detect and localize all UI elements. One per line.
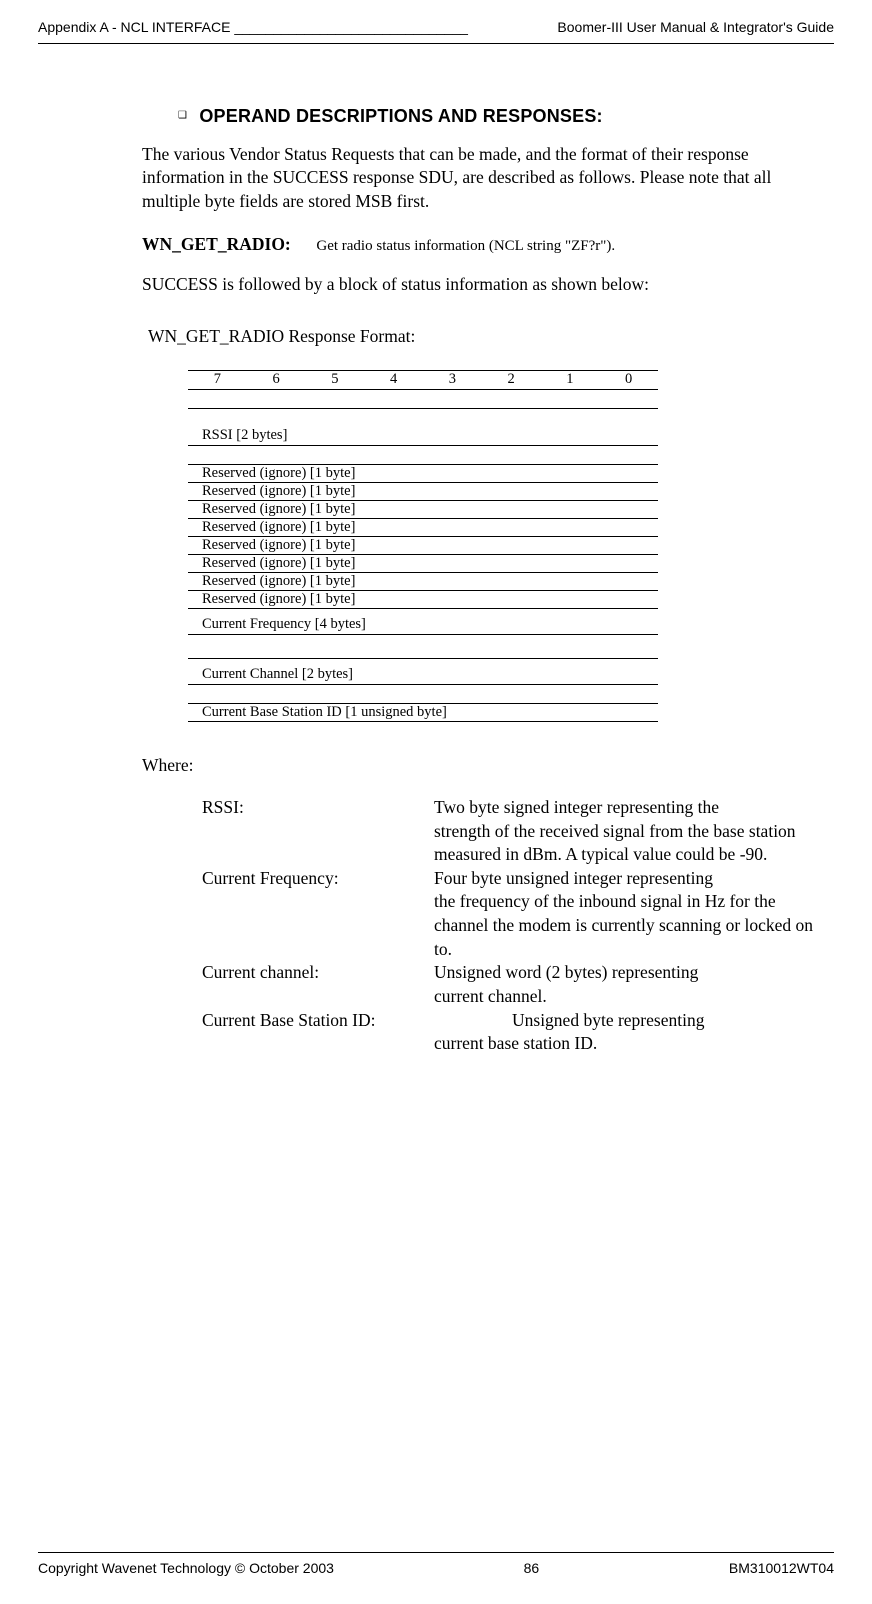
footer-page-number: 86 bbox=[524, 1559, 540, 1578]
page: Appendix A - NCL INTERFACE _____________… bbox=[0, 0, 872, 1604]
square-bullet-icon: ❑ bbox=[178, 109, 187, 123]
header-right: Boomer-III User Manual & Integrator's Gu… bbox=[557, 18, 834, 37]
table-blank bbox=[188, 635, 658, 659]
footer-left: Copyright Wavenet Technology © October 2… bbox=[38, 1559, 334, 1578]
def-term: Current Frequency: bbox=[202, 867, 434, 891]
bit-col: 4 bbox=[364, 370, 423, 390]
bit-col: 1 bbox=[541, 370, 600, 390]
header-left: Appendix A - NCL INTERFACE _____________… bbox=[38, 18, 468, 37]
def-current-channel: Current channel: Unsigned word (2 bytes)… bbox=[202, 961, 834, 985]
response-format-table: 7 6 5 4 3 2 1 0 RSSI [2 bytes] Reserved … bbox=[188, 370, 658, 722]
bit-col: 0 bbox=[599, 370, 658, 390]
table-gap bbox=[188, 390, 658, 409]
def-desc-cont: the frequency of the inbound signal in H… bbox=[434, 890, 834, 961]
def-desc: Four byte unsigned integer representing bbox=[434, 867, 834, 891]
def-term: Current channel: bbox=[202, 961, 434, 985]
reserved-row: Reserved (ignore) [1 byte] bbox=[188, 573, 658, 591]
section-heading-row: ❑ OPERAND DESCRIPTIONS AND RESPONSES: bbox=[142, 104, 834, 129]
footer-right: BM310012WT04 bbox=[729, 1559, 834, 1578]
wn-get-radio-label: WN_GET_RADIO: bbox=[142, 233, 312, 257]
reserved-row: Reserved (ignore) [1 byte] bbox=[188, 483, 658, 501]
reserved-row: Reserved (ignore) [1 byte] bbox=[188, 591, 658, 609]
where-label: Where: bbox=[142, 754, 834, 778]
def-desc: Two byte signed integer representing the bbox=[434, 796, 834, 820]
reserved-row: Reserved (ignore) [1 byte] bbox=[188, 519, 658, 537]
header-rule bbox=[38, 43, 834, 44]
rssi-row: RSSI [2 bytes] bbox=[188, 409, 658, 446]
def-rssi: RSSI: Two byte signed integer representi… bbox=[202, 796, 834, 820]
wn-get-radio-row: WN_GET_RADIO: Get radio status informati… bbox=[142, 233, 834, 257]
bit-col: 3 bbox=[423, 370, 482, 390]
current-base-station-row: Current Base Station ID [1 unsigned byte… bbox=[188, 704, 658, 722]
section-title: OPERAND DESCRIPTIONS AND RESPONSES: bbox=[199, 106, 602, 126]
def-desc: Unsigned byte representing bbox=[512, 1009, 834, 1033]
wn-get-radio-desc: Get radio status information (NCL string… bbox=[316, 238, 615, 254]
def-desc-cont: current base station ID. bbox=[434, 1032, 834, 1056]
def-desc: Unsigned word (2 bytes) representing bbox=[434, 961, 834, 985]
def-current-frequency: Current Frequency: Four byte unsigned in… bbox=[202, 867, 834, 891]
def-current-base-station: Current Base Station ID: Unsigned byte r… bbox=[202, 1009, 834, 1033]
content-area: ❑ OPERAND DESCRIPTIONS AND RESPONSES: Th… bbox=[0, 104, 872, 1056]
table-gap bbox=[188, 446, 658, 465]
reserved-row: Reserved (ignore) [1 byte] bbox=[188, 537, 658, 555]
bit-header-row: 7 6 5 4 3 2 1 0 bbox=[188, 370, 658, 390]
def-desc-cont: strength of the received signal from the… bbox=[434, 820, 834, 867]
def-term: Current Base Station ID: bbox=[202, 1009, 512, 1033]
current-channel-row: Current Channel [2 bytes] bbox=[188, 659, 658, 685]
def-desc-cont: current channel. bbox=[434, 985, 834, 1009]
page-header: Appendix A - NCL INTERFACE _____________… bbox=[0, 18, 872, 41]
intro-paragraph: The various Vendor Status Requests that … bbox=[142, 143, 834, 214]
page-footer: Copyright Wavenet Technology © October 2… bbox=[38, 1552, 834, 1578]
definitions-block: RSSI: Two byte signed integer representi… bbox=[202, 796, 834, 1056]
current-frequency-row: Current Frequency [4 bytes] bbox=[188, 609, 658, 635]
table-gap bbox=[188, 685, 658, 704]
response-format-title: WN_GET_RADIO Response Format: bbox=[148, 325, 834, 349]
success-paragraph: SUCCESS is followed by a block of status… bbox=[142, 273, 834, 297]
bit-col: 7 bbox=[188, 370, 247, 390]
reserved-row: Reserved (ignore) [1 byte] bbox=[188, 501, 658, 519]
bit-col: 2 bbox=[482, 370, 541, 390]
reserved-row: Reserved (ignore) [1 byte] bbox=[188, 555, 658, 573]
bit-col: 5 bbox=[306, 370, 365, 390]
def-term: RSSI: bbox=[202, 796, 434, 820]
reserved-row: Reserved (ignore) [1 byte] bbox=[188, 465, 658, 483]
bit-col: 6 bbox=[247, 370, 306, 390]
